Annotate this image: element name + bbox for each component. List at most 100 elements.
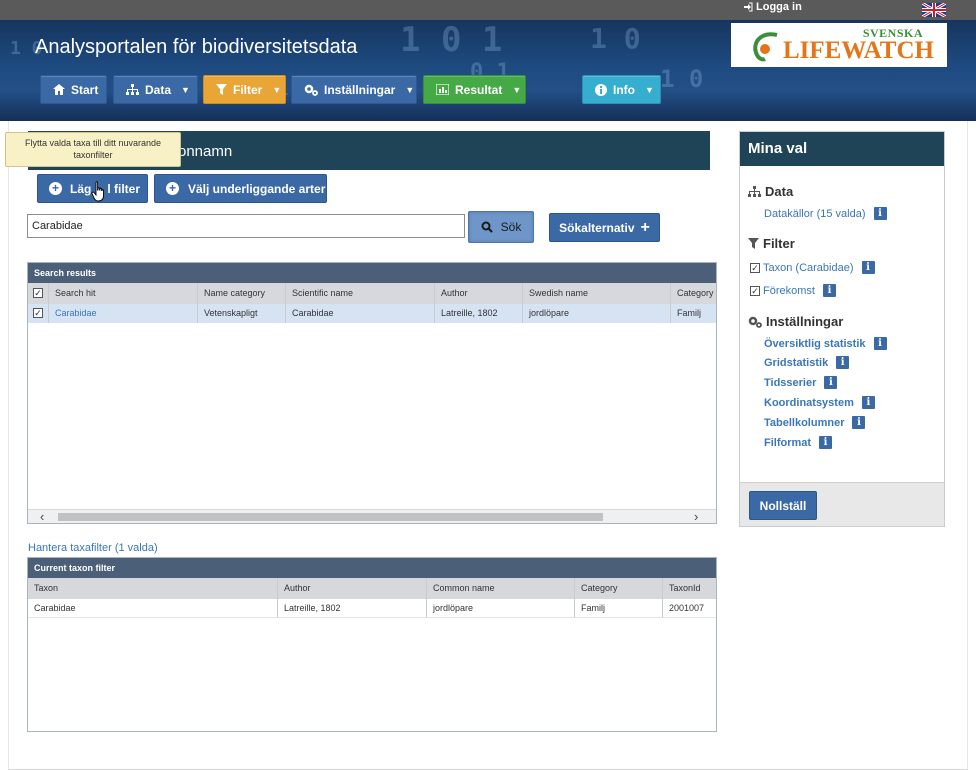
nav-info-label: Info	[613, 82, 635, 97]
filter-icon	[216, 84, 227, 95]
reset-button[interactable]: Nollställ	[749, 491, 817, 520]
taxon-search-input[interactable]	[27, 214, 465, 238]
info-icon[interactable]: i	[873, 337, 887, 350]
search-hit-link[interactable]: Carabidae	[49, 304, 198, 323]
chevron-down-icon: ▼	[512, 84, 522, 95]
nav-results-button[interactable]: Resultat ▼	[423, 75, 526, 104]
settings-section-heading: Inställningar	[748, 314, 843, 329]
select-underlying-species-button[interactable]: + Välj underliggande arter	[154, 174, 327, 203]
info-icon[interactable]: i	[824, 376, 838, 389]
search-results-title: Search results	[28, 263, 716, 283]
manage-taxa-filter-link[interactable]: Hantera taxafilter (1 valda)	[28, 542, 158, 554]
data-sources-link[interactable]: Datakällor (15 valda) i	[764, 207, 887, 220]
occurrence-filter-label: Förekomst	[763, 284, 815, 297]
column-header[interactable]: Name category	[198, 283, 286, 304]
settings-item-overview-stats[interactable]: Översiktlig statistik i	[764, 337, 887, 350]
settings-item-label: Översiktlig statistik	[764, 337, 866, 350]
taxon-filter-checkbox[interactable]: ✓	[750, 262, 760, 273]
info-icon[interactable]: i	[861, 261, 875, 274]
my-choices-footer: Nollställ	[740, 482, 944, 526]
select-underlying-label: Välj underliggande arter	[188, 181, 326, 196]
nav-data-button[interactable]: Data ▼	[113, 75, 198, 104]
filter-icon	[748, 238, 759, 249]
search-options-label: Sökalternativ	[559, 220, 635, 235]
settings-item-label: Koordinatsystem	[764, 396, 854, 409]
column-header[interactable]: Author	[435, 283, 523, 304]
table-row[interactable]: Carabidae Latreille, 1802 jordlöpare Fam…	[28, 599, 716, 618]
data-section-heading: Data	[748, 184, 793, 199]
column-header[interactable]: Swedish name	[523, 283, 671, 304]
uk-flag-icon[interactable]	[922, 3, 946, 17]
sitemap-icon	[748, 185, 761, 197]
nav-info-button[interactable]: Info ▼	[582, 75, 661, 104]
info-icon[interactable]: i	[819, 436, 833, 449]
home-icon	[53, 84, 65, 95]
info-icon[interactable]: i	[861, 396, 875, 409]
sign-in-icon	[744, 2, 753, 12]
taxon-filter-item[interactable]: ✓ Taxon (Carabidae) i	[750, 261, 875, 274]
select-all-checkbox[interactable]: ✓	[33, 288, 43, 298]
info-icon[interactable]: i	[852, 416, 866, 429]
plus-icon: +	[640, 218, 650, 236]
settings-item-table-columns[interactable]: Tabellkolumner i	[764, 416, 866, 429]
lifewatch-logo[interactable]: SVENSKA LIFEWATCH	[731, 23, 947, 67]
data-sources-label: Datakällor (15 valda)	[764, 207, 866, 220]
scroll-right-icon[interactable]: ›	[694, 509, 698, 523]
occurrence-filter-item[interactable]: ✓ Förekomst i	[750, 284, 836, 297]
plus-circle-icon: +	[166, 182, 179, 195]
column-header[interactable]: Author	[278, 578, 427, 599]
nav-settings-button[interactable]: Inställningar ▼	[291, 75, 417, 104]
login-link[interactable]: Logga in	[743, 1, 802, 13]
info-icon[interactable]: i	[836, 356, 850, 369]
column-header[interactable]: Category	[671, 283, 716, 304]
settings-item-file-format[interactable]: Filformat i	[764, 436, 833, 449]
search-icon	[481, 221, 493, 233]
column-header[interactable]: Search hit	[49, 283, 198, 304]
filter-section-label: Filter	[763, 236, 795, 251]
info-icon[interactable]: i	[873, 207, 887, 220]
tooltip: Flytta valda taxa till ditt nuvarande ta…	[5, 132, 181, 167]
bar-chart-icon	[436, 84, 449, 95]
top-strip	[0, 0, 976, 20]
settings-item-label: Tidsserier	[764, 376, 817, 389]
column-header[interactable]: Taxon	[28, 578, 278, 599]
settings-item-label: Filformat	[764, 436, 812, 449]
row-checkbox[interactable]: ✓	[33, 308, 43, 318]
nav-settings-label: Inställningar	[324, 82, 396, 97]
search-results-header: ✓ Search hit Name category Scientific na…	[28, 283, 716, 304]
scroll-left-icon[interactable]: ‹	[40, 509, 44, 523]
nav-start-label: Start	[71, 82, 99, 97]
plus-circle-icon: +	[49, 182, 62, 195]
current-filter-title: Current taxon filter	[28, 558, 716, 578]
column-header[interactable]: Category	[575, 578, 663, 599]
nav-start-button[interactable]: Start	[40, 75, 107, 104]
settings-item-time-series[interactable]: Tidsserier i	[764, 376, 838, 389]
search-options-button[interactable]: Sökalternativ +	[549, 213, 660, 242]
table-cell: Carabidae	[286, 304, 435, 323]
column-header[interactable]: TaxonId	[663, 578, 716, 599]
settings-item-label: Tabellkolumner	[764, 416, 845, 429]
info-icon[interactable]: i	[822, 284, 836, 297]
column-header[interactable]: Common name	[427, 578, 575, 599]
table-row[interactable]: ✓ Carabidae Vetenskapligt Carabidae Latr…	[28, 304, 716, 323]
horizontal-scrollbar[interactable]: ‹ ›	[28, 509, 716, 523]
sitemap-icon	[126, 83, 139, 95]
data-section-label: Data	[765, 184, 794, 199]
search-button[interactable]: Sök	[468, 211, 534, 243]
cogs-icon	[748, 316, 762, 328]
current-taxon-filter-grid: Current taxon filter Taxon Author Common…	[27, 557, 717, 732]
table-cell: Carabidae	[28, 599, 278, 617]
taxon-panel-title: onnamn	[178, 143, 233, 160]
login-label: Logga in	[756, 1, 802, 13]
column-header[interactable]: Scientific name	[286, 283, 435, 304]
select-all-checkbox-cell[interactable]: ✓	[28, 283, 49, 304]
nav-filter-button[interactable]: Filter ▼	[203, 75, 286, 104]
occurrence-filter-checkbox[interactable]: ✓	[750, 285, 760, 296]
settings-item-grid-stats[interactable]: Gridstatistik i	[764, 356, 850, 369]
info-circle-icon	[595, 83, 607, 96]
table-cell: Familj	[677, 308, 701, 318]
settings-item-coordinate-system[interactable]: Koordinatsystem i	[764, 396, 875, 409]
row-checkbox-cell[interactable]: ✓	[28, 304, 49, 323]
scrollbar-thumb[interactable]	[58, 513, 603, 521]
add-to-filter-button[interactable]: + Läg l filter	[37, 174, 148, 203]
